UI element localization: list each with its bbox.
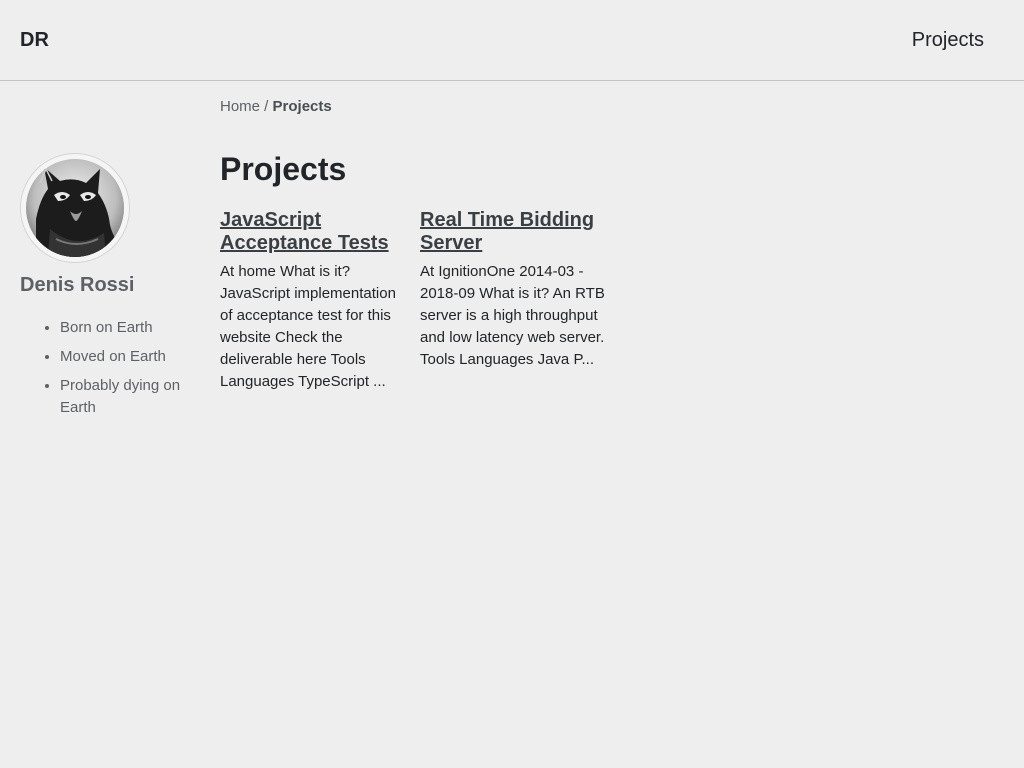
project-card: JavaScript Acceptance Tests At home What… [220, 209, 400, 393]
author-facts-list: Born on Earth Moved on Earth Probably dy… [20, 317, 190, 419]
site-header: DR Projects [0, 0, 1024, 81]
list-item: Born on Earth [60, 317, 190, 339]
avatar [20, 153, 130, 263]
site-brand-link[interactable]: DR [20, 29, 49, 51]
list-item: Probably dying on Earth [60, 375, 190, 419]
projects-list: JavaScript Acceptance Tests At home What… [220, 209, 640, 393]
breadcrumb-current: Projects [272, 98, 332, 115]
nav-link-projects[interactable]: Projects [912, 29, 984, 51]
list-item: Moved on Earth [60, 346, 190, 368]
page-title: Projects [220, 151, 347, 187]
breadcrumb: Home / Projects [220, 97, 332, 117]
project-summary: At IgnitionOne 2014-03 - 2018-09 What is… [420, 263, 605, 368]
main-content: Projects JavaScript Acceptance Tests At … [220, 150, 640, 393]
breadcrumb-separator: / [260, 98, 273, 115]
cat-photo [26, 159, 124, 257]
project-card: Real Time Bidding Server At IgnitionOne … [420, 209, 610, 393]
project-title-link[interactable]: Real Time Bidding Server [420, 209, 610, 255]
author-name: Denis Rossi [20, 274, 135, 296]
project-title-link[interactable]: JavaScript Acceptance Tests [220, 209, 400, 255]
breadcrumb-home-link[interactable]: Home [220, 98, 260, 115]
project-summary: At home What is it? JavaScript implement… [220, 263, 396, 390]
author-sidebar: Denis Rossi Born on Earth Moved on Earth… [20, 153, 190, 426]
